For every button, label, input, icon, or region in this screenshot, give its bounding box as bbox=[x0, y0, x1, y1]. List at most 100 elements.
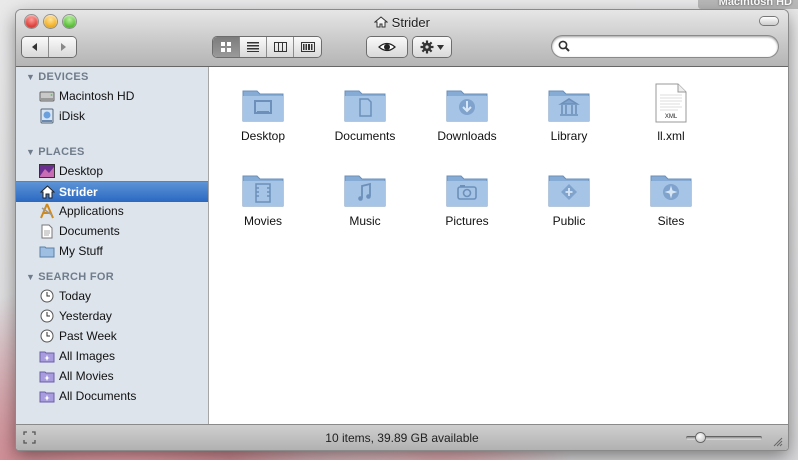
file-item-pictures[interactable]: Pictures bbox=[417, 170, 517, 228]
disclosure-triangle-icon[interactable]: ▼ bbox=[26, 147, 35, 157]
disclosure-triangle-icon[interactable]: ▼ bbox=[26, 272, 35, 282]
sidebar-heading-label: PLACES bbox=[38, 146, 85, 158]
sidebar-item-yesterday[interactable]: Yesterday bbox=[16, 306, 208, 326]
sidebar-item-label: All Movies bbox=[59, 369, 114, 383]
file-item-label: Movies bbox=[243, 214, 282, 228]
quick-look-segment[interactable] bbox=[367, 37, 407, 57]
sidebar-heading-devices[interactable]: ▼ DEVICES bbox=[26, 71, 89, 83]
list-view-icon bbox=[247, 42, 259, 52]
sidebar-item-all-movies[interactable]: All Movies bbox=[16, 366, 208, 386]
sidebar-item-label: Macintosh HD bbox=[59, 89, 135, 103]
smart-folder-icon bbox=[39, 388, 55, 404]
file-browser-content: Desktop Documents Downloads Library XML … bbox=[209, 67, 788, 424]
pictures-folder-icon bbox=[446, 175, 488, 207]
file-item-downloads[interactable]: Downloads bbox=[417, 85, 517, 143]
sidebar-item-all-images[interactable]: All Images bbox=[16, 346, 208, 366]
music-folder-icon bbox=[344, 175, 386, 207]
nav-buttons bbox=[22, 37, 76, 57]
home-icon bbox=[39, 184, 55, 200]
cover-flow-icon bbox=[300, 42, 315, 52]
list-view-button[interactable] bbox=[240, 37, 267, 57]
file-item-label: Pictures bbox=[445, 214, 489, 228]
idisk-icon bbox=[39, 108, 55, 124]
sidebar-item-label: Past Week bbox=[59, 329, 117, 343]
file-item-label: Library bbox=[550, 129, 588, 143]
documents-folder-icon bbox=[344, 90, 386, 122]
file-item-label: Music bbox=[349, 214, 381, 228]
desktop-volume-label: Macintosh HD bbox=[698, 0, 798, 9]
window-resize-icon[interactable] bbox=[772, 436, 783, 447]
sidebar-item-my-stuff[interactable]: My Stuff bbox=[16, 241, 208, 261]
sidebar: ▼ DEVICES Macintosh HD iDisk ▼ PLACES Desk… bbox=[16, 67, 209, 424]
sidebar-item-label: Applications bbox=[59, 204, 124, 218]
downloads-folder-icon bbox=[446, 90, 488, 122]
sites-folder-icon bbox=[650, 175, 692, 207]
icon-size-slider-thumb[interactable] bbox=[696, 433, 705, 442]
view-switcher bbox=[213, 37, 321, 57]
smart-folder-icon bbox=[39, 368, 55, 384]
column-view-button[interactable] bbox=[267, 37, 294, 57]
file-item-label: Public bbox=[552, 214, 586, 228]
action-menu-button[interactable] bbox=[413, 37, 451, 57]
sidebar-item-today[interactable]: Today bbox=[16, 286, 208, 306]
icon-size-slider[interactable] bbox=[686, 433, 762, 442]
desktop-folder-icon bbox=[242, 90, 284, 122]
chevron-down-icon bbox=[437, 44, 444, 50]
sidebar-item-idisk[interactable]: iDisk bbox=[16, 106, 208, 126]
sidebar-item-label: My Stuff bbox=[59, 244, 103, 258]
finder-window: Strider ▼ DEVICES Macintosh HD iDisk ▼ P… bbox=[16, 10, 788, 450]
file-item-documents[interactable]: Documents bbox=[315, 85, 415, 143]
toolbar-toggle-button[interactable] bbox=[760, 17, 778, 25]
icon-view-icon bbox=[220, 41, 231, 52]
public-folder-icon bbox=[548, 175, 590, 207]
back-button[interactable] bbox=[22, 37, 49, 57]
sidebar-item-label: Today bbox=[59, 289, 92, 303]
file-item-desktop[interactable]: Desktop bbox=[213, 85, 313, 143]
status-bar: 10 items, 39.89 GB available bbox=[16, 424, 788, 450]
gear-icon bbox=[420, 40, 434, 54]
file-item-sites[interactable]: Sites bbox=[621, 170, 721, 228]
file-item-label: Documents bbox=[334, 129, 396, 143]
file-item-label: Downloads bbox=[437, 129, 497, 143]
file-item-label: Sites bbox=[657, 214, 685, 228]
sidebar-item-macintosh-hd[interactable]: Macintosh HD bbox=[16, 86, 208, 106]
search-field[interactable] bbox=[552, 36, 778, 57]
sidebar-item-all-documents[interactable]: All Documents bbox=[16, 386, 208, 406]
clock-icon bbox=[39, 288, 55, 304]
sidebar-item-past-week[interactable]: Past Week bbox=[16, 326, 208, 346]
sidebar-heading-label: DEVICES bbox=[38, 71, 89, 83]
sidebar-heading-search-for[interactable]: ▼ SEARCH FOR bbox=[26, 271, 114, 283]
window-title-text: Strider bbox=[391, 15, 430, 30]
status-text: 10 items, 39.89 GB available bbox=[325, 431, 479, 445]
sidebar-item-documents[interactable]: Documents bbox=[16, 221, 208, 241]
cover-flow-button[interactable] bbox=[294, 37, 321, 57]
eye-icon bbox=[378, 42, 396, 52]
icon-view-button[interactable] bbox=[213, 37, 240, 57]
desktop-volume-text: Macintosh HD bbox=[718, 0, 792, 8]
file-item-label: ll.xml bbox=[657, 129, 685, 143]
sidebar-item-label: Strider bbox=[59, 185, 98, 199]
sidebar-item-desktop[interactable]: Desktop bbox=[16, 161, 208, 181]
applications-icon bbox=[39, 203, 55, 219]
sidebar-item-label: All Images bbox=[59, 349, 116, 363]
desktop-icon bbox=[39, 163, 55, 179]
sidebar-item-label: Documents bbox=[59, 224, 120, 238]
smart-folder-icon bbox=[39, 348, 55, 364]
action-menu-segment[interactable] bbox=[413, 37, 451, 57]
file-item-public[interactable]: Public bbox=[519, 170, 619, 228]
file-item-library[interactable]: Library bbox=[519, 85, 619, 143]
quick-look-button[interactable] bbox=[367, 37, 407, 57]
sidebar-heading-places[interactable]: ▼ PLACES bbox=[26, 146, 85, 158]
file-item-label: Desktop bbox=[240, 129, 286, 143]
sidebar-item-label: iDisk bbox=[59, 109, 85, 123]
disclosure-triangle-icon[interactable]: ▼ bbox=[26, 72, 35, 82]
forward-button[interactable] bbox=[49, 37, 76, 57]
file-item-movies[interactable]: Movies bbox=[213, 170, 313, 228]
sidebar-item-strider[interactable]: Strider bbox=[16, 181, 208, 202]
sidebar-item-applications[interactable]: Applications bbox=[16, 201, 208, 221]
file-item-music[interactable]: Music bbox=[315, 170, 415, 228]
window-title: Strider bbox=[16, 15, 788, 30]
svg-text:XML: XML bbox=[665, 114, 678, 120]
search-input[interactable] bbox=[574, 38, 773, 56]
file-item-ll-xml[interactable]: XML ll.xml bbox=[621, 83, 721, 143]
